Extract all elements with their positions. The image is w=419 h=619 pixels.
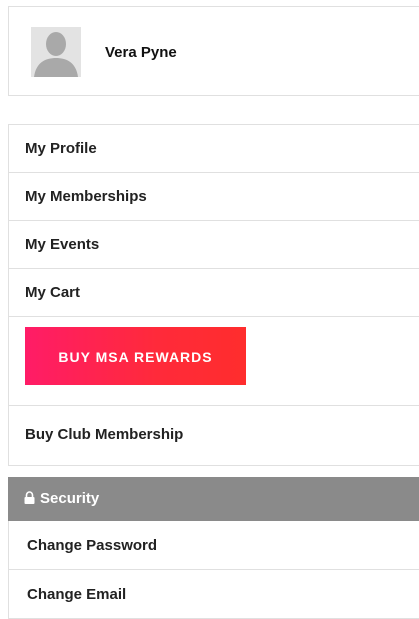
change-email-link[interactable]: Change Email [8,570,419,619]
menu-item-my-profile[interactable]: My Profile [9,125,419,173]
menu-item-label: My Memberships [25,188,147,205]
security-header: Security [8,477,419,521]
menu-item-label: My Events [25,236,100,253]
menu-item-label: Buy Club Membership [25,426,184,443]
menu-item-my-events[interactable]: My Events [9,221,419,269]
rewards-row: BUY MSA REWARDS [9,317,419,406]
security-header-label: Security [40,490,100,507]
security-item-label: Change Email [27,586,127,603]
avatar [31,27,81,77]
buy-msa-rewards-button[interactable]: BUY MSA REWARDS [25,327,246,385]
lock-icon [24,478,35,522]
change-password-link[interactable]: Change Password [8,521,419,570]
menu-item-my-memberships[interactable]: My Memberships [9,173,419,221]
user-name: Vera Pyne [105,44,177,61]
security-section: Security Change Password Change Email [8,477,419,619]
menu-item-label: My Cart [25,284,81,301]
menu-item-buy-club-membership[interactable]: Buy Club Membership [9,406,419,466]
account-menu: My Profile My Memberships My Events My C… [8,124,419,466]
user-silhouette-icon [31,27,81,77]
security-item-label: Change Password [27,537,158,554]
menu-item-label: My Profile [25,140,97,157]
menu-item-my-cart[interactable]: My Cart [9,269,419,317]
user-card: Vera Pyne [8,6,419,96]
